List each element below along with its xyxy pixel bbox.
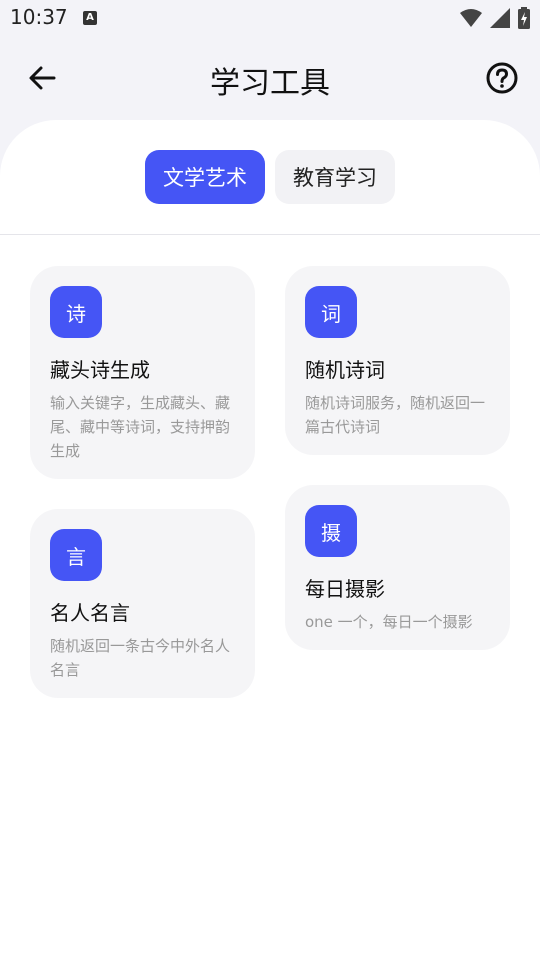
question-circle-icon (486, 62, 518, 94)
help-button[interactable] (484, 60, 520, 96)
page-title: 学习工具 (210, 66, 330, 101)
wifi-icon (460, 9, 482, 27)
tool-card-acrostic-poem[interactable]: 诗 藏头诗生成 输入关键字，生成藏头、藏尾、藏中等诗词，支持押韵生成 (30, 266, 255, 479)
quote-icon: 言 (50, 529, 102, 581)
ci-icon: 词 (305, 286, 357, 338)
poem-icon: 诗 (50, 286, 102, 338)
card-title: 名人名言 (50, 601, 130, 625)
category-tabs: 文学艺术 教育学习 (0, 150, 540, 204)
notification-app-icon: A (83, 11, 97, 25)
card-title: 随机诗词 (305, 358, 385, 382)
photo-icon: 摄 (305, 505, 357, 557)
status-time: 10:37 (10, 5, 68, 29)
card-title: 每日摄影 (305, 577, 385, 601)
signal-icon (490, 8, 510, 28)
card-description: 随机返回一条古今中外名人名言 (50, 637, 231, 679)
app-bar: 学习工具 (0, 40, 540, 118)
status-icons (460, 7, 530, 29)
battery-icon (518, 7, 530, 29)
card-description: 随机诗词服务，随机返回一篇古代诗词 (305, 394, 486, 436)
card-description: 输入关键字，生成藏头、藏尾、藏中等诗词，支持押韵生成 (50, 394, 231, 460)
tab-education-learning[interactable]: 教育学习 (275, 150, 395, 204)
content-sheet: 文学艺术 教育学习 诗 藏头诗生成 输入关键字，生成藏头、藏尾、藏中等诗词，支持… (0, 120, 540, 960)
tool-card-famous-quotes[interactable]: 言 名人名言 随机返回一条古今中外名人名言 (30, 509, 255, 698)
card-title: 藏头诗生成 (50, 358, 150, 382)
tool-card-daily-photo[interactable]: 摄 每日摄影 one 一个，每日一个摄影 (285, 485, 510, 650)
card-description: one 一个，每日一个摄影 (305, 613, 473, 631)
tab-literature-art[interactable]: 文学艺术 (145, 150, 265, 204)
tool-card-random-poem[interactable]: 词 随机诗词 随机诗词服务，随机返回一篇古代诗词 (285, 266, 510, 455)
divider (0, 234, 540, 235)
status-bar: 10:37 A (0, 0, 540, 36)
